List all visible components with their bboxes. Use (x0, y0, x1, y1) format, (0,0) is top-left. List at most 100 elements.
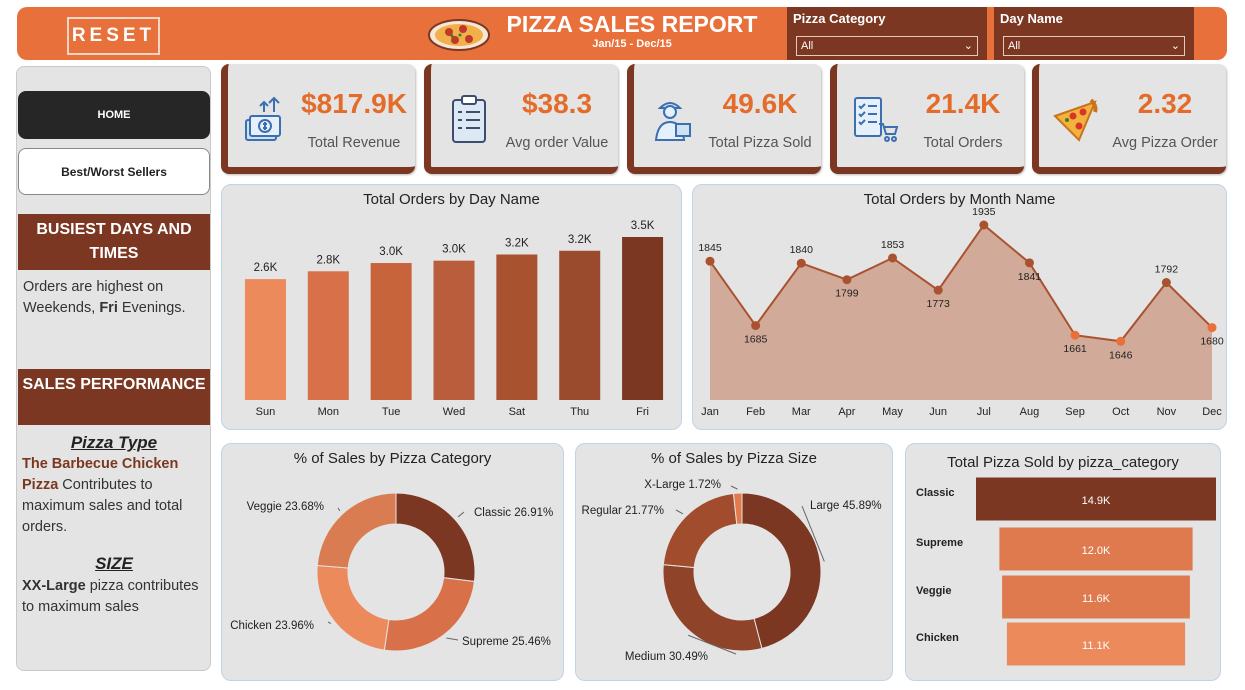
busiest-days-heading: BUSIEST DAYS AND TIMES (18, 214, 210, 270)
kpi-avg-order-value: $38.3 Avg order Value (424, 64, 618, 174)
data-label: 2.8K (316, 254, 340, 266)
data-point (1070, 330, 1080, 340)
data-label: 3.5K (631, 220, 655, 232)
donut-slice (316, 564, 390, 651)
day-name-label: Day Name (1000, 11, 1063, 26)
size-text: XX-Large pizza contributes to maximum sa… (22, 578, 199, 615)
data-label: 1680 (1200, 336, 1224, 348)
slice-label: X-Large 1.72% (644, 479, 721, 491)
pizza-sold-by-category-chart: Classic 14.9K Supreme 12.0K Veggie 11.6K Chick… (916, 477, 1216, 666)
bar (496, 254, 538, 400)
bar (559, 250, 601, 400)
kpi-value: 2.32 (1137, 88, 1193, 119)
kpi-label: Total Revenue (307, 135, 401, 151)
data-label: 1773 (927, 298, 951, 310)
donut-slice (383, 577, 475, 652)
data-label: 1792 (1155, 264, 1179, 276)
sales-by-category-card: % of Sales by Pizza Category Classic 26.… (221, 443, 564, 681)
pizza-type-heading: Pizza Type (70, 433, 158, 452)
x-tick-label: Mar (792, 406, 811, 418)
kpi-label: Total Pizza Sold (708, 135, 812, 151)
chart-title: % of Sales by Pizza Category (293, 450, 492, 467)
report-title: PIZZA SALES REPORT (506, 11, 758, 37)
donut-slice (662, 564, 763, 652)
delivery-person-icon (654, 102, 691, 141)
data-label: 3.2K (568, 234, 592, 246)
x-tick-label: Jun (929, 406, 947, 418)
y-tick-label: Supreme (916, 537, 963, 549)
pizza-category-dropdown[interactable]: All ⌄ (796, 36, 978, 56)
x-tick-label: Jan (701, 406, 719, 418)
sales-by-category-chart: Classic 26.91% Supreme 25.46% Chicken 23.9… (230, 492, 553, 652)
x-tick-label: Oct (1112, 406, 1129, 418)
y-tick-label: Veggie (916, 585, 951, 597)
chevron-down-icon: ⌄ (963, 40, 973, 52)
bar (307, 271, 349, 400)
data-label: 12.0K (1082, 545, 1111, 557)
report-subtitle: Jan/15 - Dec/15 (592, 38, 672, 50)
pizza-category-value: All (801, 40, 814, 52)
reset-button[interactable]: RESET (67, 17, 160, 55)
sales-by-size-chart: Large 45.89% Medium 30.49% Regular 21.77% X… (582, 479, 882, 663)
kpi-value: $38.3 (521, 88, 593, 119)
kpi-label: Avg order Value (505, 135, 609, 151)
area-fill (710, 225, 1212, 400)
x-tick-label: Wed (443, 406, 465, 418)
slice-label: Classic 26.91% (474, 507, 553, 519)
data-point (888, 253, 898, 263)
checklist-cart-icon (854, 97, 899, 142)
sales-by-size-card: % of Sales by Pizza Size Large 45.89% Med… (575, 443, 893, 681)
data-label: 1685 (744, 334, 768, 346)
x-tick-label: Sep (1065, 406, 1085, 418)
pizza-sold-by-category-card: Total Pizza Sold by pizza_category Class… (905, 443, 1221, 681)
data-label: 1661 (1063, 343, 1087, 355)
chart-title: % of Sales by Pizza Size (651, 450, 817, 467)
data-label: 11.6K (1082, 593, 1111, 605)
kpi-total-orders: 21.4K Total Orders (830, 64, 1024, 174)
sales-performance-heading: SALES PERFORMANCE (18, 369, 210, 425)
busiest-days-text: Orders are highest on Weekends, Fri Even… (23, 279, 186, 316)
data-label: 3.0K (379, 246, 403, 258)
home-button[interactable]: HOME (18, 91, 210, 139)
x-tick-label: Tue (382, 406, 401, 418)
data-label: 3.0K (442, 244, 466, 256)
donut-slice (395, 492, 476, 583)
data-label: 3.2K (505, 238, 529, 250)
orders-by-month-chart: 1845 Jan 1685 Feb 1840 Mar 1799 Apr 1853 May 1773 J… (698, 206, 1224, 418)
size-heading: SIZE (95, 554, 133, 573)
header-bar: RESET PIZZA SALES REPORT Jan/15 - Dec/15… (17, 7, 1227, 60)
orders-by-day-chart: 2.6K Sun 2.8K Mon 3.0K Tue 3.0K Wed 3.2K Sat 3.2K T… (244, 220, 664, 418)
best-worst-sellers-button[interactable]: Best/Worst Sellers (18, 148, 210, 195)
slice-label: Large 45.89% (810, 500, 882, 512)
data-label: 1841 (1018, 271, 1042, 283)
chevron-down-icon: ⌄ (1170, 40, 1180, 52)
slice-label: Chicken 23.96% (230, 620, 314, 632)
donut-slice (662, 492, 738, 569)
data-label: 1799 (835, 288, 859, 300)
day-name-dropdown[interactable]: All ⌄ (1003, 36, 1185, 56)
data-point (705, 256, 715, 266)
data-point (796, 258, 806, 268)
data-label: 2.6K (254, 262, 278, 274)
kpi-avg-pizza-order: 2.32 Avg Pizza Order (1032, 64, 1226, 174)
bar (244, 279, 286, 400)
chart-title: Total Pizza Sold by pizza_category (947, 454, 1179, 471)
leader-line (730, 485, 738, 490)
orders-by-month-card: Total Orders by Month Name 1845 Jan 1685 Fe… (692, 184, 1227, 430)
orders-by-day-card: Total Orders by Day Name 2.6K Sun 2.8K Mon 3… (221, 184, 682, 430)
x-tick-label: Feb (746, 406, 765, 418)
leader-line (457, 511, 465, 518)
data-point (1161, 278, 1171, 288)
pizza-category-slicer: Pizza Category All ⌄ (787, 7, 987, 60)
data-label: 1853 (881, 239, 905, 251)
x-tick-label: Mon (318, 406, 339, 418)
pizza-category-label: Pizza Category (793, 11, 886, 26)
data-point (1024, 258, 1034, 268)
clipboard-icon (452, 95, 486, 143)
donut-slice (316, 492, 397, 569)
data-label: 1840 (790, 244, 814, 256)
money-icon (245, 96, 281, 141)
pizza-slice-icon (1053, 98, 1098, 142)
chart-title: Total Orders by Day Name (363, 191, 540, 208)
data-label: 14.9K (1082, 495, 1111, 507)
